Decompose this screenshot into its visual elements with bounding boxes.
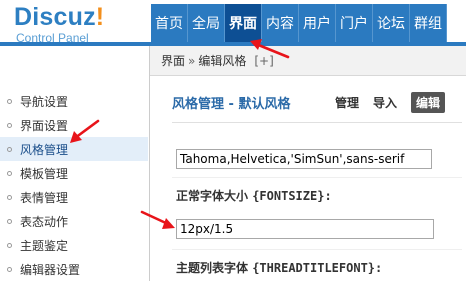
row-divider [172, 249, 462, 250]
subtabs: 管理 导入 编辑 [335, 92, 446, 113]
page-title: 风格管理 - 默认风格 [172, 97, 291, 112]
nav-tab-home[interactable]: 首页 [151, 4, 188, 42]
sidebar-item-label: 界面设置 [20, 118, 69, 133]
sidebar: 导航设置 界面设置 风格管理 模板管理 表情管理 表态动作 主题鉴定 编辑器设置 [0, 82, 148, 281]
tab-edit[interactable]: 编辑 [411, 92, 446, 113]
nav-tab-users[interactable]: 用户 [299, 4, 336, 42]
nav-tab-groups[interactable]: 群组 [410, 4, 447, 42]
sidebar-item-label: 表情管理 [20, 190, 69, 205]
tab-manage[interactable]: 管理 [335, 92, 359, 113]
nav-tab-portal[interactable]: 门户 [336, 4, 373, 42]
bullet-icon [7, 122, 12, 128]
fontsize-variable: {FONTSIZE}: [252, 189, 332, 203]
bullet-icon [7, 170, 12, 176]
header: Discuz! Control Panel 首页 全局 界面 内容 用户 门户 … [0, 0, 466, 45]
breadcrumb-separator: » [188, 53, 196, 68]
breadcrumb-page: 编辑风格 [198, 54, 247, 68]
breadcrumb: 界面 » 编辑风格 [+] [150, 46, 466, 76]
logo-bang: ! [95, 3, 105, 31]
bullet-icon [7, 242, 12, 248]
sidebar-item-click-actions[interactable]: 表态动作 [0, 209, 148, 233]
bullet-icon [7, 218, 12, 224]
tab-import[interactable]: 导入 [373, 92, 397, 113]
control-panel-window: Discuz! Control Panel 首页 全局 界面 内容 用户 门户 … [0, 0, 466, 281]
fontsize-label-text: 正常字体大小 [176, 189, 249, 203]
sidebar-item-navigation[interactable]: 导航设置 [0, 89, 148, 113]
nav-tab-forum[interactable]: 论坛 [373, 4, 410, 42]
sidebar-item-label: 导航设置 [20, 94, 69, 109]
main-content: 界面 » 编辑风格 [+] 风格管理 - 默认风格 管理 导入 编辑 Tahom… [149, 46, 466, 281]
annotation-arrow-icon [70, 119, 100, 143]
sidebar-item-template-management[interactable]: 模板管理 [0, 161, 148, 185]
nav-tab-global[interactable]: 全局 [188, 4, 225, 42]
sidebar-item-smilies[interactable]: 表情管理 [0, 185, 148, 209]
sidebar-item-thread-stamps[interactable]: 主题鉴定 [0, 233, 148, 257]
bullet-icon [7, 266, 12, 272]
fontsize-input[interactable]: 12px/1.5 [176, 219, 434, 239]
bullet-icon [7, 146, 12, 152]
logo[interactable]: Discuz! Control Panel [14, 4, 144, 45]
fontsize-label: 正常字体大小 {FONTSIZE}: [176, 187, 332, 204]
sidebar-item-label: 主题鉴定 [20, 238, 69, 253]
threadtitle-variable: {THREADTITLEFONT}: [252, 261, 383, 275]
threadtitle-font-label: 主题列表字体 {THREADTITLEFONT}: [176, 259, 382, 276]
breadcrumb-section[interactable]: 界面 [161, 52, 185, 69]
bullet-icon [7, 194, 12, 200]
threadtitle-label-text: 主题列表字体 [176, 261, 249, 275]
sidebar-item-label: 编辑器设置 [20, 262, 81, 277]
sidebar-item-label: 表态动作 [20, 214, 69, 229]
title-row: 风格管理 - 默认风格 管理 导入 编辑 [150, 90, 466, 114]
row-divider [172, 177, 462, 178]
bullet-icon [7, 98, 12, 104]
top-navigation: 首页 全局 界面 内容 用户 门户 论坛 群组 [151, 4, 447, 42]
annotation-arrow-icon [250, 39, 290, 59]
logo-title: Discuz! [14, 4, 104, 30]
font-family-input[interactable]: Tahoma,Helvetica,'SimSun',sans-serif [176, 149, 432, 169]
sidebar-item-label: 风格管理 [20, 142, 69, 157]
logo-title-text: Discuz [14, 3, 96, 31]
title-divider [172, 122, 462, 123]
annotation-arrow-icon [140, 210, 175, 229]
sidebar-item-label: 模板管理 [20, 166, 69, 181]
sidebar-item-editor-settings[interactable]: 编辑器设置 [0, 257, 148, 281]
